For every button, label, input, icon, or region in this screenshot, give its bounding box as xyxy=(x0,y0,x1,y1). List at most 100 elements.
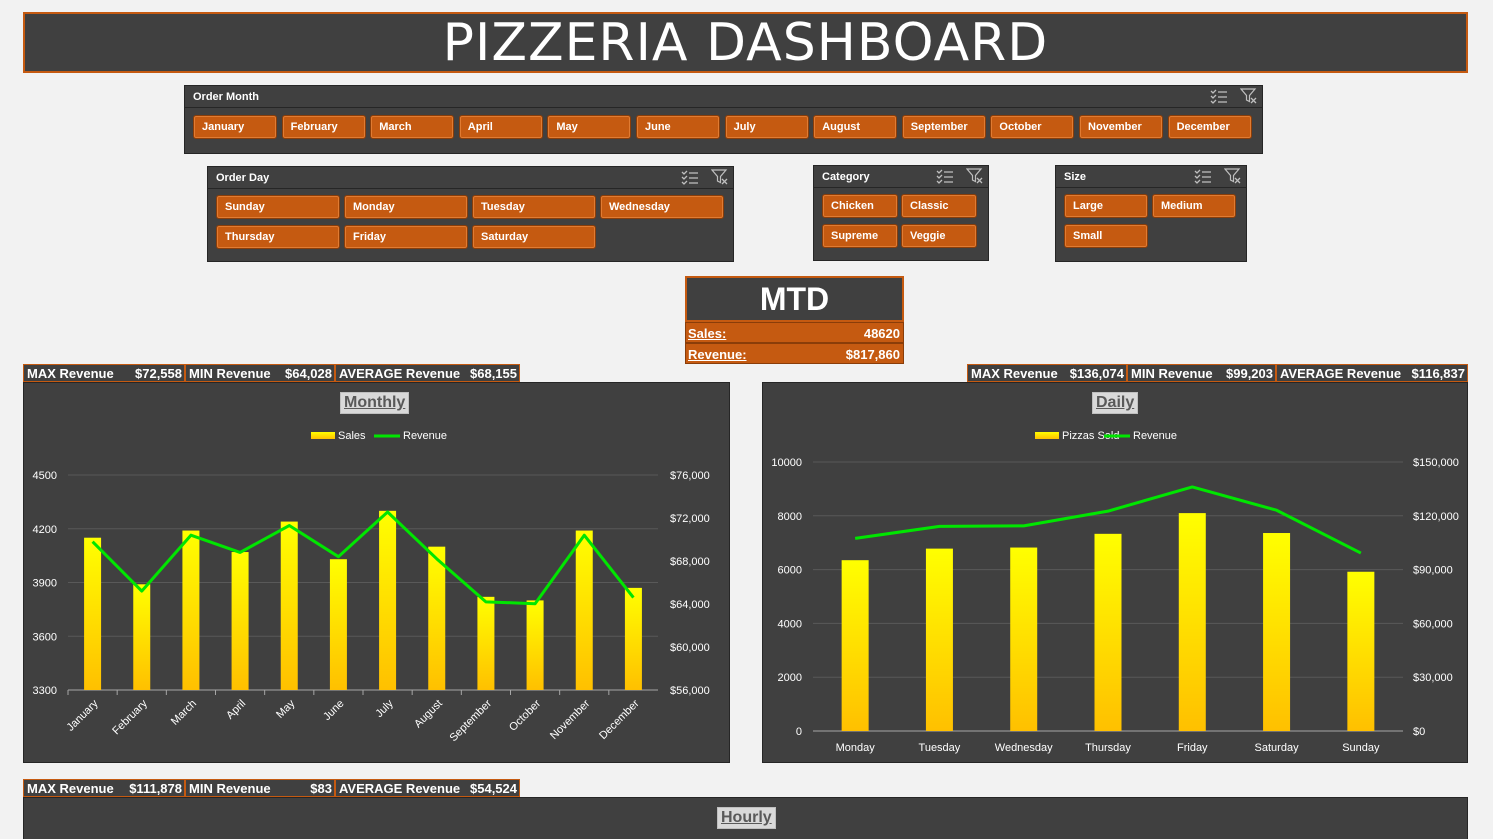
daily-avg-stat: AVERAGE Revenue $116,837 xyxy=(1276,364,1468,382)
x-tick-label: September xyxy=(448,697,495,744)
hourly-min-stat: MIN Revenue $83 xyxy=(185,779,335,797)
x-tick-label: February xyxy=(110,697,150,737)
slicer-item-saturday[interactable]: Saturday xyxy=(472,225,596,249)
x-tick-label: Tuesday xyxy=(919,742,961,754)
y-right-tick-label: $76,000 xyxy=(670,470,710,482)
slicer-item-thursday[interactable]: Thursday xyxy=(216,225,340,249)
y-left-tick-label: 3600 xyxy=(33,631,57,643)
y-right-tick-label: $30,000 xyxy=(1413,672,1453,684)
slicer-item-supreme[interactable]: Supreme xyxy=(822,224,898,248)
daily-avg-label: AVERAGE Revenue xyxy=(1280,366,1402,381)
legend-line-label: Revenue xyxy=(1133,430,1177,442)
legend-bar-label: Sales xyxy=(338,430,366,442)
slicer-item-september[interactable]: September xyxy=(901,115,986,139)
clear-filter-icon[interactable] xyxy=(1224,168,1242,184)
multi-select-icon[interactable] xyxy=(1194,168,1212,184)
x-tick-label: Saturday xyxy=(1255,742,1300,754)
daily-chart-panel: Daily 0 2000 4000 6000 8000 10000 $0 $30,000 $60… xyxy=(762,382,1468,763)
legend-bar-swatch xyxy=(1035,432,1059,439)
slicer-item-february[interactable]: February xyxy=(281,115,366,139)
slicer-item-medium[interactable]: Medium xyxy=(1152,194,1236,218)
daily-max-value: $136,074 xyxy=(1069,366,1124,381)
multi-select-icon[interactable] xyxy=(681,169,699,185)
y-right-tick-label: $60,000 xyxy=(1413,618,1453,630)
slicer-item-july[interactable]: July xyxy=(724,115,809,139)
daily-min-stat: MIN Revenue $99,203 xyxy=(1127,364,1276,382)
slicer-item-sunday[interactable]: Sunday xyxy=(216,195,340,219)
slicer-item-january[interactable]: January xyxy=(193,115,277,139)
y-right-tick-label: $56,000 xyxy=(670,685,710,697)
clear-filter-icon[interactable] xyxy=(966,168,984,184)
y-left-tick-label: 4200 xyxy=(33,524,57,536)
bar-sales xyxy=(182,530,200,690)
x-tick-label: Thursday xyxy=(1085,742,1131,754)
x-tick-label: July xyxy=(373,697,396,720)
slicer-item-november[interactable]: November xyxy=(1079,115,1163,139)
y-right-tick-label: $60,000 xyxy=(670,642,710,654)
size-slicer: Size Large Medium Small xyxy=(1055,165,1247,262)
bar-pizzas-sold xyxy=(1178,513,1206,731)
order-month-slicer: Order Month January February March April May… xyxy=(184,85,1263,154)
bar-sales xyxy=(84,537,102,690)
slicer-item-monday[interactable]: Monday xyxy=(344,195,468,219)
slicer-item-may[interactable]: May xyxy=(547,115,632,139)
x-tick-label: Monday xyxy=(836,742,876,754)
clear-filter-icon[interactable] xyxy=(1240,88,1258,104)
y-left-tick-label: 6000 xyxy=(778,565,802,577)
y-right-tick-label: $0 xyxy=(1413,726,1425,738)
monthly-min-stat: MIN Revenue $64,028 xyxy=(185,364,335,382)
legend-bar-swatch xyxy=(311,432,335,439)
daily-chart: 0 2000 4000 6000 8000 10000 $0 $30,000 $60,000 $9… xyxy=(771,430,1458,754)
dashboard-title: PIZZERIA DASHBOARD xyxy=(23,12,1468,73)
slicer-item-small[interactable]: Small xyxy=(1064,224,1148,248)
x-tick-label: October xyxy=(507,697,543,733)
size-label: Size xyxy=(1064,171,1087,183)
bar-pizzas-sold xyxy=(1347,571,1375,731)
hourly-max-label: MAX Revenue xyxy=(27,781,114,796)
slicer-item-june[interactable]: June xyxy=(636,115,720,139)
slicer-item-veggie[interactable]: Veggie xyxy=(901,224,977,248)
bar-sales xyxy=(280,521,298,690)
bar-sales xyxy=(231,552,249,690)
y-left-tick-label: 4500 xyxy=(33,470,57,482)
monthly-max-label: MAX Revenue xyxy=(27,366,114,381)
y-left-tick-label: 0 xyxy=(796,726,802,738)
slicer-item-october[interactable]: October xyxy=(990,115,1075,139)
x-tick-label: December xyxy=(597,697,642,742)
hourly-avg-value: $54,524 xyxy=(470,781,517,796)
monthly-min-value: $64,028 xyxy=(285,366,332,381)
daily-min-value: $99,203 xyxy=(1226,366,1273,381)
slicer-item-friday[interactable]: Friday xyxy=(344,225,468,249)
bar-sales xyxy=(428,546,446,690)
slicer-item-tuesday[interactable]: Tuesday xyxy=(472,195,596,219)
x-tick-label: Friday xyxy=(1177,742,1208,754)
slicer-item-august[interactable]: August xyxy=(813,115,898,139)
bar-sales xyxy=(329,559,347,690)
slicer-item-wednesday[interactable]: Wednesday xyxy=(600,195,724,219)
multi-select-icon[interactable] xyxy=(1210,88,1228,104)
multi-select-icon[interactable] xyxy=(936,168,954,184)
clear-filter-icon[interactable] xyxy=(711,169,729,185)
monthly-max-value: $72,558 xyxy=(135,366,182,381)
daily-avg-value: $116,837 xyxy=(1411,366,1465,381)
legend-line-label: Revenue xyxy=(403,430,447,442)
slicer-item-large[interactable]: Large xyxy=(1064,194,1148,218)
slicer-item-december[interactable]: December xyxy=(1167,115,1252,139)
slicer-item-chicken[interactable]: Chicken xyxy=(822,194,898,218)
daily-min-label: MIN Revenue xyxy=(1131,366,1213,381)
slicer-item-april[interactable]: April xyxy=(458,115,543,139)
x-tick-label: November xyxy=(548,697,593,742)
monthly-avg-label: AVERAGE Revenue xyxy=(339,366,461,381)
bar-pizzas-sold xyxy=(1094,533,1122,731)
category-label: Category xyxy=(822,171,870,183)
bar-sales xyxy=(379,510,397,690)
category-slicer: Category Chicken Classic Supreme Veggie xyxy=(813,165,989,261)
slicer-item-classic[interactable]: Classic xyxy=(901,194,977,218)
hourly-avg-label: AVERAGE Revenue xyxy=(339,781,461,796)
slicer-item-march[interactable]: March xyxy=(370,115,455,139)
order-day-slicer: Order Day Sunday Monday Tuesday Wednesday Th… xyxy=(207,166,734,262)
revenue-line xyxy=(91,510,635,606)
x-tick-label: May xyxy=(274,697,298,721)
x-tick-label: Wednesday xyxy=(995,742,1053,754)
mtd-revenue-value: $817,860 xyxy=(845,347,900,362)
